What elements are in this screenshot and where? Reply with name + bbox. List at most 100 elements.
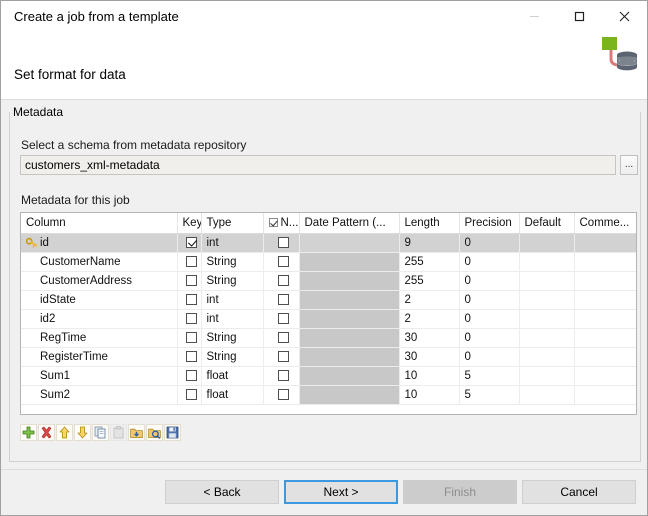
cell-comment[interactable] xyxy=(574,271,636,290)
cell-type[interactable]: int xyxy=(201,233,263,252)
cell-precision[interactable]: 0 xyxy=(459,233,519,252)
cell-precision[interactable]: 0 xyxy=(459,328,519,347)
header-default[interactable]: Default xyxy=(519,213,574,233)
cell-precision[interactable]: 0 xyxy=(459,252,519,271)
cell-comment[interactable] xyxy=(574,309,636,328)
cell-length[interactable]: 2 xyxy=(399,309,459,328)
browse-schema-button[interactable]: ... xyxy=(620,155,638,175)
cell-comment[interactable] xyxy=(574,290,636,309)
key-checkbox[interactable] xyxy=(186,389,197,400)
cell-type[interactable]: String xyxy=(201,271,263,290)
cell-column[interactable]: idState xyxy=(21,290,177,309)
move-down-button[interactable] xyxy=(74,424,91,441)
nullable-checkbox[interactable] xyxy=(278,332,289,343)
cell-precision[interactable]: 5 xyxy=(459,366,519,385)
cell-nullable-checkbox[interactable] xyxy=(263,366,299,385)
cell-type[interactable]: int xyxy=(201,290,263,309)
schema-input[interactable] xyxy=(20,155,616,175)
cell-default[interactable] xyxy=(519,385,574,404)
cell-date-pattern[interactable] xyxy=(299,328,399,347)
cell-column[interactable]: Sum2 xyxy=(21,385,177,404)
cell-type[interactable]: String xyxy=(201,347,263,366)
cell-length[interactable]: 9 xyxy=(399,233,459,252)
cell-type[interactable]: String xyxy=(201,252,263,271)
cell-precision[interactable]: 0 xyxy=(459,309,519,328)
header-precision[interactable]: Precision xyxy=(459,213,519,233)
cell-date-pattern[interactable] xyxy=(299,271,399,290)
key-checkbox[interactable] xyxy=(186,351,197,362)
delete-row-button[interactable] xyxy=(38,424,55,441)
cell-date-pattern[interactable] xyxy=(299,252,399,271)
cell-nullable-checkbox[interactable] xyxy=(263,385,299,404)
cell-comment[interactable] xyxy=(574,252,636,271)
cell-length[interactable]: 30 xyxy=(399,328,459,347)
key-checkbox[interactable] xyxy=(186,237,197,248)
header-length[interactable]: Length xyxy=(399,213,459,233)
header-key[interactable]: Key xyxy=(177,213,201,233)
move-up-button[interactable] xyxy=(56,424,73,441)
header-nullable[interactable]: N... xyxy=(263,213,299,233)
add-row-button[interactable] xyxy=(20,424,37,441)
cell-date-pattern[interactable] xyxy=(299,309,399,328)
table-row[interactable]: Sum2float105 xyxy=(21,385,636,404)
cell-nullable-checkbox[interactable] xyxy=(263,309,299,328)
cell-default[interactable] xyxy=(519,328,574,347)
cell-key-checkbox[interactable] xyxy=(177,385,201,404)
cell-column[interactable]: Sum1 xyxy=(21,366,177,385)
nullable-checkbox[interactable] xyxy=(278,275,289,286)
import-schema-button[interactable] xyxy=(128,424,145,441)
cell-type[interactable]: String xyxy=(201,328,263,347)
table-row[interactable]: RegisterTimeString300 xyxy=(21,347,636,366)
cell-key-checkbox[interactable] xyxy=(177,328,201,347)
next-button[interactable]: Next > xyxy=(284,480,398,504)
cell-length[interactable]: 10 xyxy=(399,385,459,404)
table-row[interactable]: id int 90 xyxy=(21,233,636,252)
cell-precision[interactable]: 0 xyxy=(459,290,519,309)
cell-column[interactable]: CustomerAddress xyxy=(21,271,177,290)
nullable-checkbox[interactable] xyxy=(278,256,289,267)
cell-key-checkbox[interactable] xyxy=(177,233,201,252)
cell-nullable-checkbox[interactable] xyxy=(263,347,299,366)
cell-date-pattern[interactable] xyxy=(299,366,399,385)
cell-date-pattern[interactable] xyxy=(299,290,399,309)
table-row[interactable]: Sum1 float 105 xyxy=(21,366,636,385)
nullable-checkbox[interactable] xyxy=(278,370,289,381)
key-checkbox[interactable] xyxy=(186,313,197,324)
cell-date-pattern[interactable] xyxy=(299,385,399,404)
cell-precision[interactable]: 0 xyxy=(459,271,519,290)
cell-default[interactable] xyxy=(519,347,574,366)
cell-length[interactable]: 10 xyxy=(399,366,459,385)
cell-type[interactable]: int xyxy=(201,309,263,328)
header-column[interactable]: Column xyxy=(21,213,177,233)
cell-nullable-checkbox[interactable] xyxy=(263,328,299,347)
table-row[interactable]: id2 int 20 xyxy=(21,309,636,328)
cell-column[interactable]: RegTime xyxy=(21,328,177,347)
cell-type[interactable]: float xyxy=(201,366,263,385)
cell-default[interactable] xyxy=(519,290,574,309)
cell-key-checkbox[interactable] xyxy=(177,271,201,290)
cell-type[interactable]: float xyxy=(201,385,263,404)
nullable-checkbox[interactable] xyxy=(278,313,289,324)
nullable-checkbox[interactable] xyxy=(278,351,289,362)
cell-nullable-checkbox[interactable] xyxy=(263,271,299,290)
cell-default[interactable] xyxy=(519,366,574,385)
cell-column[interactable]: id2 xyxy=(21,309,177,328)
cell-nullable-checkbox[interactable] xyxy=(263,290,299,309)
cell-default[interactable] xyxy=(519,252,574,271)
header-type[interactable]: Type xyxy=(201,213,263,233)
export-schema-button[interactable] xyxy=(146,424,163,441)
header-comment[interactable]: Comme... xyxy=(574,213,636,233)
cell-default[interactable] xyxy=(519,271,574,290)
cell-column[interactable]: CustomerName xyxy=(21,252,177,271)
cell-key-checkbox[interactable] xyxy=(177,347,201,366)
cell-key-checkbox[interactable] xyxy=(177,366,201,385)
cell-default[interactable] xyxy=(519,233,574,252)
cell-column[interactable]: id xyxy=(21,233,177,252)
cell-comment[interactable] xyxy=(574,366,636,385)
copy-button[interactable] xyxy=(92,424,109,441)
nullable-checkbox[interactable] xyxy=(278,237,289,248)
cell-length[interactable]: 255 xyxy=(399,271,459,290)
cell-comment[interactable] xyxy=(574,328,636,347)
key-checkbox[interactable] xyxy=(186,294,197,305)
nullable-header-checkbox[interactable] xyxy=(269,218,278,227)
